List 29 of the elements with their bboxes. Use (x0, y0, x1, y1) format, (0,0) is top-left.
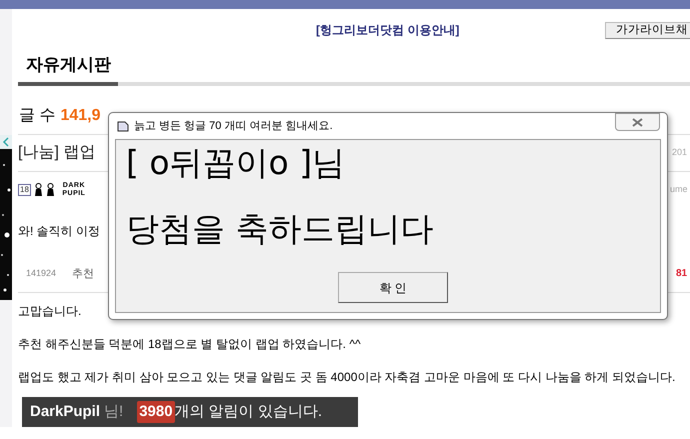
post-excerpt: 와! 솔직히 이정 (18, 223, 100, 240)
post-date: 201 (672, 146, 688, 160)
level-badge: 18 (18, 184, 31, 196)
ok-button[interactable]: 확 인 (338, 272, 448, 303)
alert-count: 3980 (137, 400, 175, 424)
recommend-label: 추천 (72, 266, 94, 282)
post-count-label: 글 수 (19, 106, 56, 126)
dialog-message: [ o뒤꼽이o ]님 (126, 142, 346, 184)
honorific: 님! (104, 402, 124, 422)
post-count: 141,9 (60, 106, 100, 126)
username: DarkPupil (30, 402, 100, 422)
post-paragraph: 추천 해주신분들 덕분에 18랩으로 별 탈없이 랩업 하였습니다. ^^ (18, 336, 362, 352)
post-title: [나눔] 랩업 (18, 143, 96, 163)
alert-message: 개의 알림이 있습니다. (174, 402, 322, 422)
post-paragraph: 랩업도 했고 제가 취미 삼아 모으고 있는 댓글 알림도 곳 돔 4000이라 자축겸 고마운 마음에 또 다시 나눔을 하게 되었습니다. (18, 369, 676, 385)
flag-icon (117, 120, 129, 132)
column-header: ume (670, 182, 688, 196)
post-number: 141924 (25, 267, 56, 280)
dialog-title: 늙고 병든 헝글 70 개띠 여러분 힘내세요. (134, 118, 333, 134)
guide-link[interactable]: [헝그리보더닷컴 이용안내] (316, 21, 460, 39)
dialog-message: 당첨을 축하드립니다 (126, 208, 434, 250)
count: 81 (676, 267, 688, 281)
live-button[interactable]: 가가라이브채 (605, 22, 690, 39)
figure-icon (34, 183, 43, 196)
close-icon (632, 118, 643, 126)
figure-icon (46, 183, 55, 196)
post-paragraph: 고맙습니다. (18, 303, 82, 319)
close-button[interactable] (615, 113, 660, 131)
board-tab[interactable]: 자유게시판 (18, 52, 118, 86)
